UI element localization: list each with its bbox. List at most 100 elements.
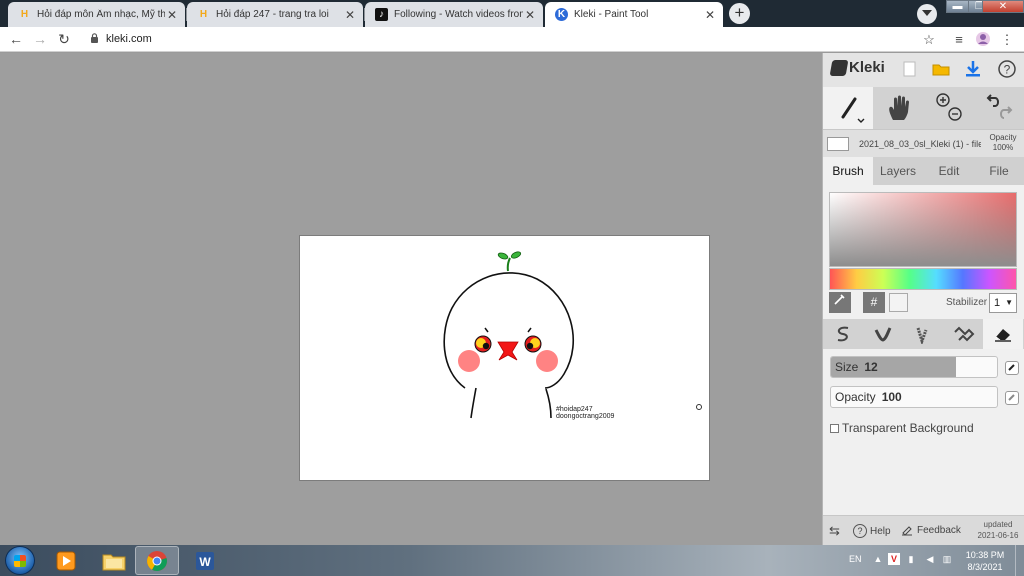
eyedropper-icon (834, 294, 845, 305)
pen-brush-icon (837, 326, 849, 342)
tab-tiktok[interactable]: ♪ Following - Watch videos from c ✕ (365, 2, 543, 27)
brush-opacity-slider[interactable]: Opacity 100 (830, 386, 998, 408)
system-clock[interactable]: 10:38 PM 8/3/2021 (963, 549, 1007, 573)
minimize-button[interactable]: ▬ (946, 0, 969, 13)
blend-brush-icon (874, 327, 892, 342)
stabilizer-value: 1 (994, 297, 1001, 309)
feedback-label: Feedback (917, 524, 961, 536)
watermark-line: doongoctrang2009 (556, 413, 615, 420)
close-window-button[interactable]: ✕ (982, 0, 1024, 13)
show-hidden-icons-icon[interactable]: ▲ (872, 553, 884, 565)
secondary-color-swatch[interactable] (889, 293, 908, 312)
panel-header: Kleki ? (823, 53, 1024, 87)
clock-time: 10:38 PM (965, 550, 1005, 560)
url-input[interactable]: kleki.com (106, 33, 152, 45)
start-button[interactable] (5, 546, 35, 575)
tab-close-icon[interactable]: ✕ (165, 8, 179, 22)
file-explorer-icon (102, 554, 126, 570)
hue-slider[interactable] (829, 268, 1017, 290)
color-saturation-picker[interactable] (829, 192, 1017, 267)
lock-icon[interactable] (90, 33, 99, 43)
tab-brush[interactable]: Brush (823, 157, 873, 185)
swap-sides-icon[interactable]: ⇆ (829, 523, 840, 539)
panel-footer: ⇆ ? Help Feedback updated 2021-06-16 (823, 515, 1024, 545)
back-button[interactable]: ← (7, 31, 25, 49)
brush-opacity-label: Opacity (835, 390, 876, 404)
canvas-workspace[interactable]: #hoidap247 doongoctrang2009 (0, 53, 822, 545)
eraser-button[interactable] (983, 319, 1023, 349)
tab-title: Hỏi đáp môn Âm nhạc, Mỹ thuật (37, 9, 165, 20)
chrome-button[interactable] (135, 546, 179, 575)
language-indicator[interactable]: EN (849, 554, 862, 564)
more-menu-icon[interactable]: ⋮ (998, 31, 1016, 49)
forward-button[interactable]: → (31, 31, 49, 49)
document-thumbnail[interactable] (827, 137, 849, 151)
tab-hoidap-music[interactable]: H Hỏi đáp môn Âm nhạc, Mỹ thuật ✕ (8, 2, 185, 27)
hex-input-button[interactable]: # (863, 292, 885, 313)
volume-icon[interactable]: ◀ (924, 553, 936, 565)
tab-hoidap-247[interactable]: H Hỏi đáp 247 - trang tra loi ✕ (187, 2, 363, 27)
help-label: Help (870, 525, 891, 537)
reading-list-icon[interactable]: ≡ (950, 31, 968, 49)
pixel-brush-button[interactable] (943, 319, 983, 349)
word-button[interactable]: W (183, 546, 227, 575)
stabilizer-select[interactable]: 1 ▼ (989, 293, 1017, 313)
tab-close-icon[interactable]: ✕ (343, 8, 357, 22)
tab-title: Hỏi đáp 247 - trang tra loi (216, 9, 329, 20)
panel-tabs: Brush Layers Edit File (823, 157, 1024, 185)
antivirus-icon[interactable]: V (888, 553, 900, 565)
transparent-background-checkbox[interactable] (830, 423, 839, 433)
media-player-icon (56, 551, 76, 570)
windows-taskbar: W EN ▲ V ▮ ◀ ▥ 10:38 PM 8/3/2021 (0, 545, 1024, 576)
tab-edit[interactable]: Edit (924, 157, 974, 185)
reload-button[interactable]: ↻ (55, 31, 73, 49)
profile-avatar-icon[interactable] (974, 31, 992, 49)
bookmark-star-icon[interactable]: ☆ (920, 31, 938, 49)
tab-close-icon[interactable]: ✕ (703, 8, 717, 22)
new-image-button[interactable] (899, 59, 919, 79)
brush-size-label: Size (835, 360, 859, 374)
brush-type-row (823, 319, 1024, 349)
undo-redo-icon (986, 94, 1013, 119)
feedback-link[interactable]: Feedback (901, 524, 961, 536)
drawing-canvas[interactable]: #hoidap247 doongoctrang2009 (299, 235, 710, 481)
brush-icon (841, 97, 865, 123)
save-image-button[interactable] (963, 59, 983, 79)
document-info-row: 2021_08_03_0sl_Kleki (1) - file Opacity … (823, 129, 1024, 157)
open-image-button[interactable] (931, 59, 951, 79)
layer-opacity-value: 100% (992, 143, 1014, 152)
new-tab-button[interactable]: + (729, 3, 750, 24)
media-player-button[interactable] (44, 546, 88, 575)
undo-redo-tool[interactable] (974, 87, 1024, 129)
tab-layers[interactable]: Layers (873, 157, 923, 185)
show-desktop-button[interactable] (1015, 545, 1024, 576)
transparent-background-option[interactable]: Transparent Background (830, 421, 974, 435)
brush-size-slider[interactable]: Size 12 (830, 356, 998, 378)
kleki-side-panel: Kleki ? 2021_08_03_0sl_Kleki (1) - file … (822, 53, 1024, 545)
eyedropper-button[interactable] (829, 292, 851, 313)
tab-search-button[interactable] (917, 4, 937, 24)
sketchy-brush-button[interactable] (903, 319, 943, 349)
kleki-logo[interactable]: Kleki (829, 59, 885, 76)
tab-close-icon[interactable]: ✕ (523, 8, 537, 22)
tab-kleki[interactable]: K Kleki - Paint Tool ✕ (545, 2, 723, 27)
help-button[interactable]: ? (997, 59, 1017, 79)
file-explorer-button[interactable] (92, 546, 136, 575)
brush-cursor (696, 404, 702, 410)
network-icon[interactable]: ▥ (941, 553, 953, 565)
updated-label: updated (983, 520, 1013, 529)
hand-tool[interactable] (874, 87, 924, 129)
brush-settings-panel: # Stabilizer 1 ▼ Size 12 Opacity 100 Tra… (823, 185, 1024, 545)
brush-tool[interactable] (823, 87, 873, 129)
size-pressure-toggle[interactable] (1005, 361, 1019, 375)
battery-icon[interactable]: ▮ (905, 553, 917, 565)
opacity-pressure-toggle[interactable] (1005, 391, 1019, 405)
tab-file[interactable]: File (974, 157, 1024, 185)
blend-brush-button[interactable] (863, 319, 903, 349)
zoom-tool[interactable] (924, 87, 974, 129)
pen-brush-button[interactable] (823, 319, 863, 349)
help-link[interactable]: ? Help (853, 524, 891, 538)
pixel-brush-icon (954, 326, 975, 342)
brush-size-value: 12 (864, 360, 878, 374)
kleki-favicon-icon: K (555, 8, 568, 21)
